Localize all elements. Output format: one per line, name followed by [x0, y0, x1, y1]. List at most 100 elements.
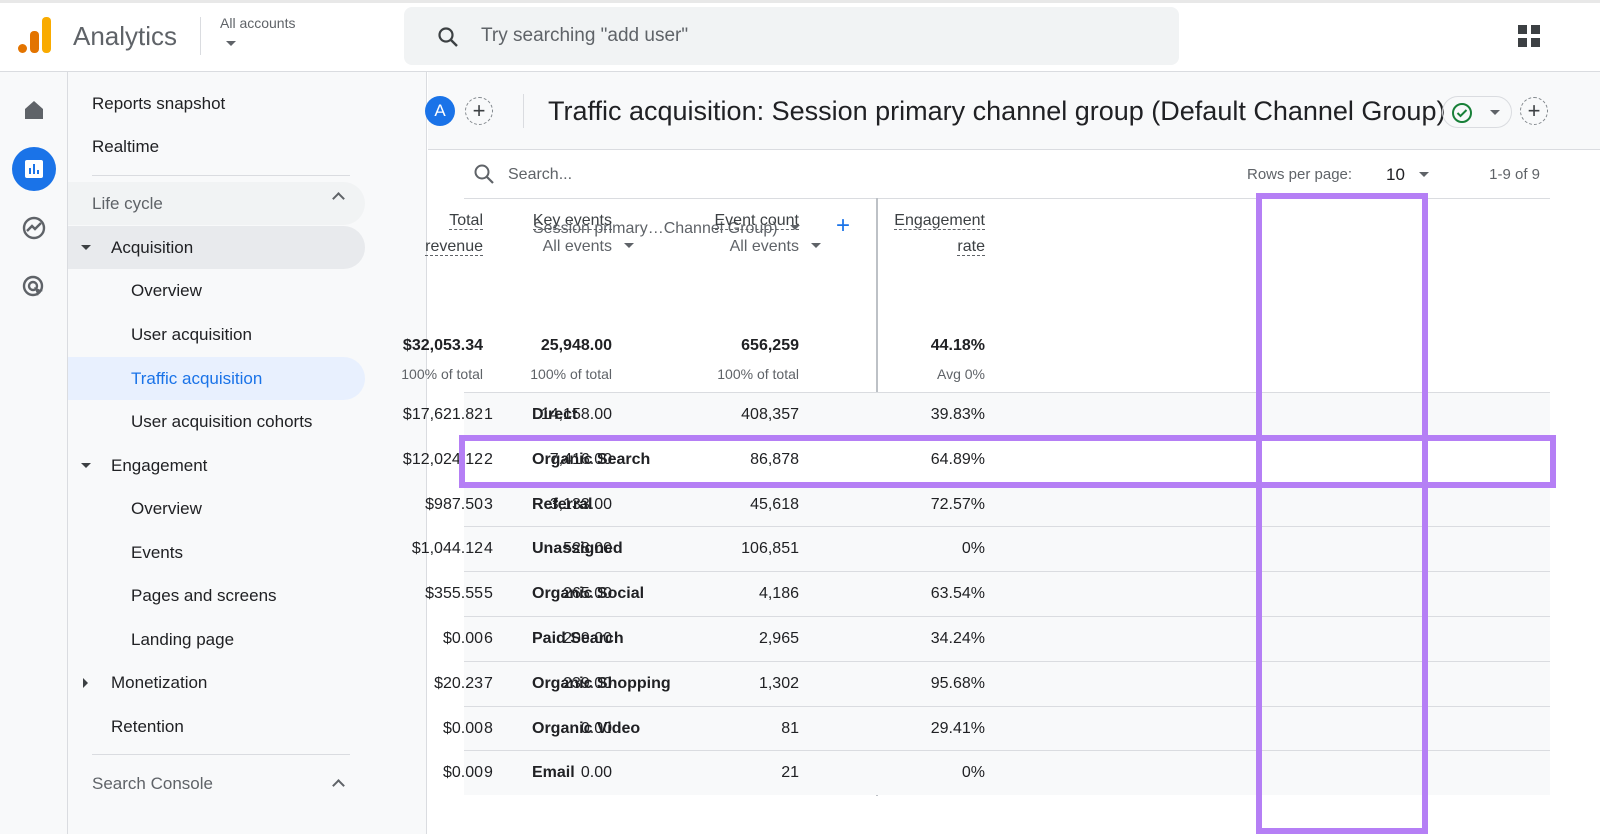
- home-icon[interactable]: [12, 88, 56, 132]
- chevron-up-icon: [332, 192, 345, 205]
- column-subheader-total-revenue: revenue: [425, 238, 483, 256]
- column-subheader-key-events[interactable]: All events: [543, 238, 634, 256]
- sidebar-item-engagement-overview[interactable]: Overview: [68, 487, 365, 530]
- sidebar-item-engagement[interactable]: Engagement: [68, 444, 365, 487]
- header-title: Engagement: [894, 212, 985, 230]
- total-revenue-value: $1,044.12: [411, 540, 483, 558]
- add-card-icon[interactable]: +: [1520, 97, 1548, 125]
- sidebar-item-events[interactable]: Events: [68, 531, 365, 574]
- add-comparison-icon[interactable]: +: [465, 97, 493, 125]
- key-events-value: 0.00: [580, 719, 612, 737]
- total-value: 656,259: [741, 337, 799, 354]
- header-subtitle: rate: [957, 238, 985, 256]
- reports-icon[interactable]: [12, 147, 56, 191]
- search-icon: [438, 27, 458, 47]
- event-count-value: 2,965: [758, 630, 799, 647]
- total-value: 44.18%: [930, 337, 985, 354]
- advertising-icon[interactable]: [12, 265, 56, 309]
- sidebar-item-overview[interactable]: Overview: [68, 269, 365, 312]
- section-label: Search Console: [92, 773, 213, 793]
- total-revenue-value: $20.23: [434, 674, 483, 692]
- total-revenue-value: $0.00: [442, 630, 483, 647]
- header-subtitle: revenue: [425, 238, 483, 256]
- sidebar-item-retention[interactable]: Retention: [68, 705, 365, 748]
- report-status-dropdown[interactable]: [1442, 96, 1512, 128]
- table-row[interactable]: 5 Organic Social 63.54% 4,186 265.00 $355.5…: [425, 571, 1550, 617]
- account-selector[interactable]: All accounts: [220, 15, 295, 49]
- header-subtitle: All events: [729, 238, 799, 255]
- column-header-total-revenue[interactable]: Total: [449, 212, 483, 230]
- apps-grid-icon[interactable]: [1518, 25, 1540, 47]
- search-placeholder: Try searching "add user": [481, 25, 689, 46]
- column-subheader-event-count[interactable]: All events: [729, 238, 821, 256]
- total-revenue-value: $17,621.82: [402, 406, 483, 423]
- total-revenue-value: $355.55: [425, 585, 483, 603]
- engagement-rate-value: 29.41%: [930, 719, 985, 737]
- header-title: Key events: [532, 212, 612, 230]
- sidebar-item-realtime[interactable]: Realtime: [68, 125, 365, 168]
- header-title: Total: [449, 212, 483, 230]
- table-search-input[interactable]: Search...: [508, 166, 572, 184]
- sidebar-item-pages-and-screens[interactable]: Pages and screens: [68, 574, 365, 617]
- rows-per-page-select[interactable]: 10: [1386, 165, 1429, 185]
- add-dimension-button[interactable]: +: [836, 212, 850, 240]
- sidebar: Reports snapshot Realtime Life cycle Acq…: [68, 72, 427, 834]
- row-index: 2: [484, 450, 493, 468]
- column-header-event-count[interactable]: Event count: [714, 212, 799, 230]
- total-revenue-value: $12,024.12: [402, 450, 483, 468]
- key-events-value: 528.00: [563, 540, 612, 558]
- table-row[interactable]: 2 Organic Search 64.89% 86,878 7,416.00 $12…: [403, 436, 1550, 482]
- item-label: Acquisition: [111, 237, 194, 257]
- table-row[interactable]: 4 Unassigned 0% 106,851 528.00 $1,044.12: [412, 526, 1550, 572]
- rows-per-page-value: 10: [1386, 165, 1405, 184]
- key-events-value: 7,416.00: [549, 450, 612, 468]
- caret-right-icon: [83, 677, 88, 688]
- sidebar-item-user-acquisition[interactable]: User acquisition: [68, 313, 365, 356]
- total-value: 25,948.00: [540, 337, 612, 354]
- caret-down-icon: [1490, 110, 1500, 115]
- search-input[interactable]: Try searching "add user": [404, 7, 1179, 65]
- column-header-key-events[interactable]: Key events: [532, 212, 612, 230]
- item-label: Monetization: [111, 672, 208, 692]
- engagement-rate-value: 34.24%: [930, 630, 985, 647]
- table-row[interactable]: 1 Direct 39.83% 408,357 14,158.00 $17,621.8…: [403, 392, 1550, 437]
- row-index: 7: [484, 674, 493, 692]
- sidebar-item-reports-snapshot[interactable]: Reports snapshot: [68, 82, 365, 125]
- caret-down-icon: [624, 243, 634, 248]
- column-header-engagement-rate[interactable]: Engagement: [894, 212, 985, 230]
- row-index: 9: [484, 764, 493, 782]
- table-row[interactable]: 6 Paid Search 34.24% 2,965 209.00 $0.00: [443, 616, 1550, 661]
- event-count-value: 21: [781, 764, 799, 782]
- total-subtext: Avg 0%: [937, 366, 985, 382]
- sidebar-item-traffic-acquisition[interactable]: Traffic acquisition: [68, 357, 365, 400]
- caret-down-icon: [226, 41, 236, 46]
- row-index: 5: [484, 585, 493, 603]
- row-index: 4: [484, 540, 493, 558]
- caret-down-icon: [81, 463, 91, 468]
- engagement-rate-value: 95.68%: [930, 674, 985, 692]
- table-row[interactable]: 8 Organic Video 29.41% 81 0.00 $0.00: [443, 705, 1550, 751]
- section-search-console[interactable]: Search Console: [68, 762, 365, 805]
- sidebar-item-acquisition[interactable]: Acquisition: [68, 226, 365, 269]
- sidebar-item-monetization[interactable]: Monetization: [68, 661, 365, 704]
- engagement-rate-value: 64.89%: [930, 450, 985, 468]
- divider: [464, 198, 1550, 199]
- total-revenue-value: $987.50: [425, 495, 483, 513]
- sidebar-item-user-acquisition-cohorts[interactable]: User acquisition cohorts: [68, 400, 365, 443]
- event-count-value: 1,302: [758, 674, 799, 692]
- table-row[interactable]: 7 Organic Shopping 95.68% 1,302 239.00 $20.…: [434, 660, 1550, 706]
- table-row[interactable]: 3 Referral 72.57% 45,618 3,133.00 $987.50: [425, 481, 1550, 527]
- total-revenue-value: $0.00: [442, 719, 483, 737]
- row-index: 6: [484, 630, 493, 647]
- chevron-up-icon: [332, 779, 345, 792]
- section-life-cycle[interactable]: Life cycle: [68, 182, 365, 225]
- explore-icon[interactable]: [12, 206, 56, 250]
- event-count-value: 4,186: [758, 585, 799, 603]
- total-value: $32,053.34: [402, 337, 483, 354]
- key-events-value: 0.00: [580, 764, 612, 782]
- comparison-avatar[interactable]: A: [425, 96, 455, 126]
- row-index: 1: [484, 406, 493, 423]
- table-row[interactable]: 9 Email 0% 21 0.00 $0.00: [443, 750, 1550, 796]
- account-label: All accounts: [220, 15, 296, 31]
- sidebar-item-landing-page[interactable]: Landing page: [68, 618, 365, 661]
